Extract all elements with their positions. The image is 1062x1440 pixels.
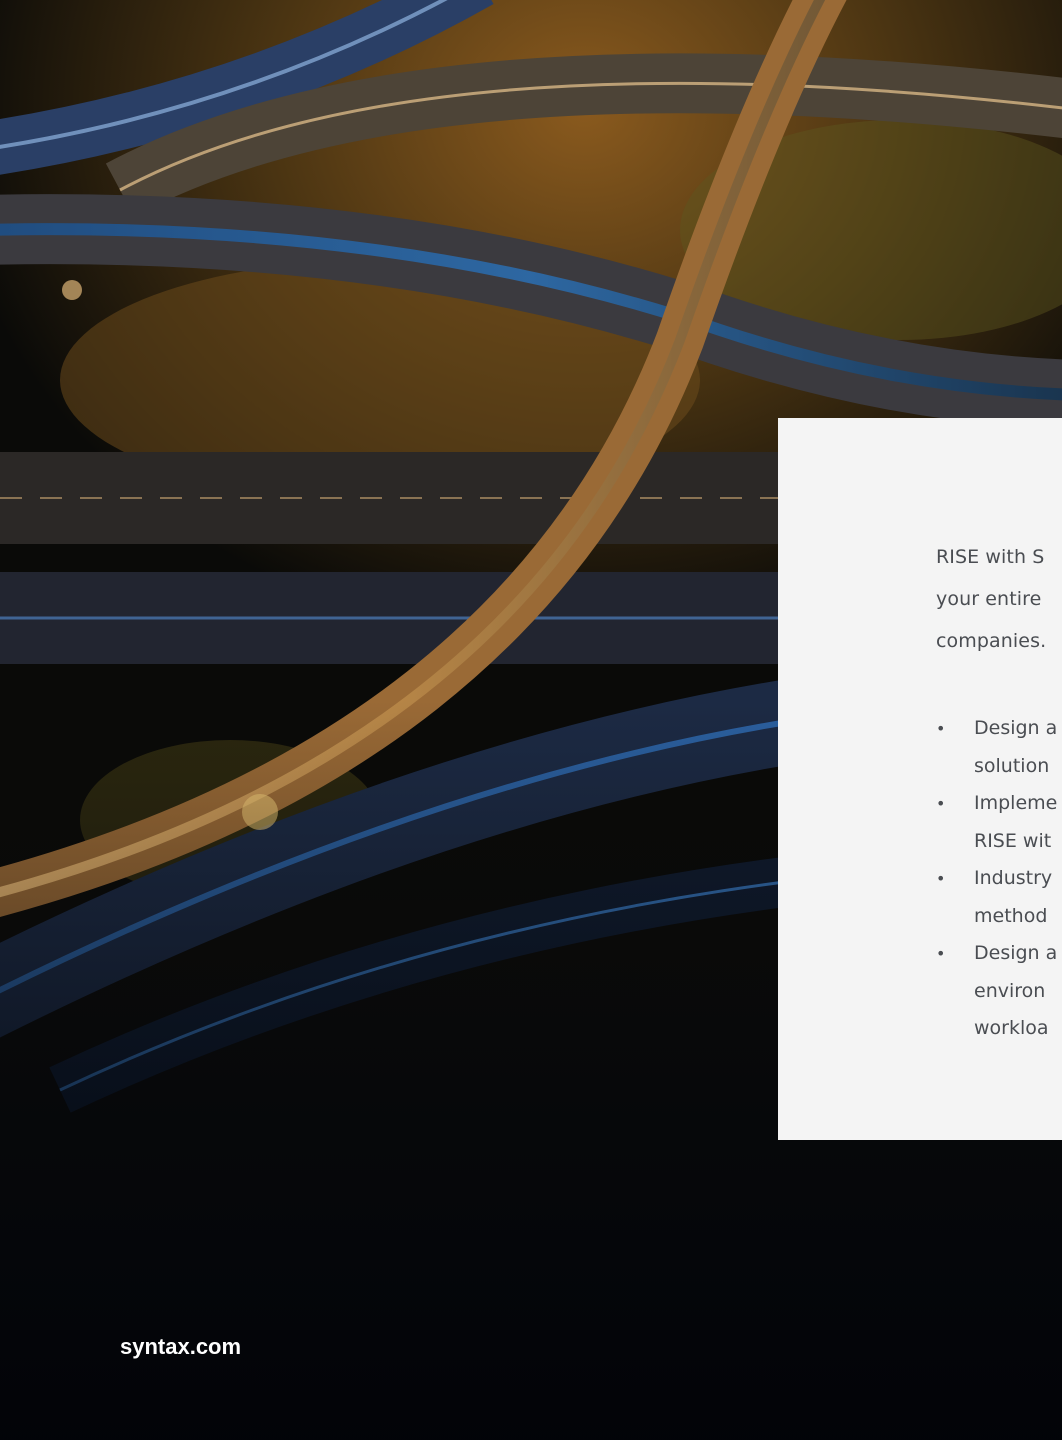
bullet-item: • Design a environ workloa [936, 935, 1062, 1048]
bullet-line: Impleme [974, 792, 1058, 814]
bullet-line: Design a [974, 717, 1058, 739]
bullet-icon: • [936, 719, 946, 738]
bullet-item: • Industry method [936, 860, 1062, 935]
bullet-line: Design a [974, 942, 1058, 964]
bullet-item: • Impleme RISE wit [936, 785, 1062, 860]
bullet-line: method [974, 904, 1048, 927]
bullet-line: environ [974, 979, 1046, 1002]
intro-paragraph: RISE with S your entire companies. [936, 536, 1062, 662]
intro-line: your entire [936, 588, 1042, 610]
bullet-icon: • [936, 869, 946, 888]
intro-line: RISE with S [936, 546, 1045, 568]
bullet-line: RISE wit [974, 829, 1052, 852]
bullet-line: solution [974, 754, 1050, 777]
footer-website-link[interactable]: syntax.com [120, 1334, 241, 1360]
info-card: RISE with S your entire companies. • Des… [778, 418, 1062, 1140]
bullet-line: workloa [974, 1017, 1049, 1039]
bullet-icon: • [936, 944, 946, 963]
bullet-icon: • [936, 794, 946, 813]
intro-line: companies. [936, 630, 1047, 652]
bullet-list: • Design a solution • Impleme RISE wit •… [936, 710, 1062, 1048]
bullet-item: • Design a solution [936, 710, 1062, 785]
bullet-line: Industry [974, 867, 1053, 889]
